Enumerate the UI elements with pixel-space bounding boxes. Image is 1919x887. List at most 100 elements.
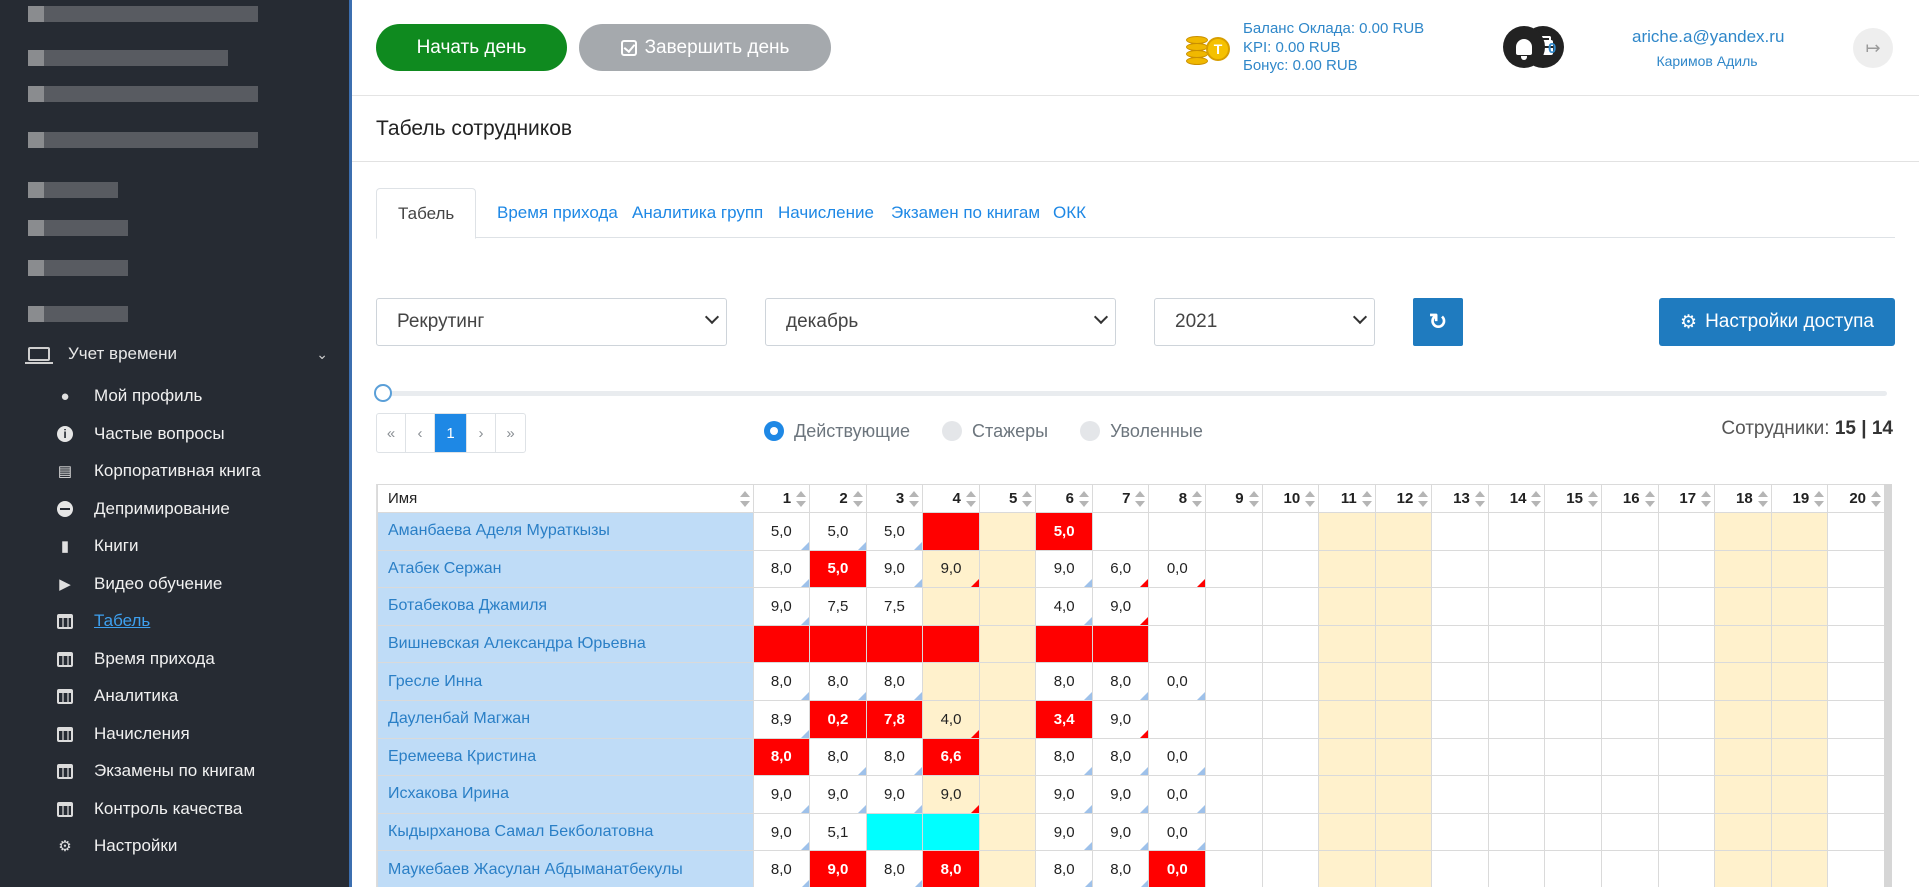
timesheet-cell[interactable] xyxy=(1374,775,1433,814)
timesheet-cell[interactable] xyxy=(1657,587,1716,626)
sidebar-item-deprivation[interactable]: Депримирование xyxy=(56,495,336,523)
timesheet-cell[interactable] xyxy=(1770,624,1829,664)
timesheet-cell[interactable]: 9,0 xyxy=(865,549,924,589)
timesheet-cell[interactable] xyxy=(1657,850,1716,887)
timesheet-cell[interactable] xyxy=(1261,624,1320,664)
timesheet-cell[interactable] xyxy=(1487,587,1546,626)
timesheet-cell[interactable] xyxy=(1657,812,1716,852)
timesheet-cell[interactable] xyxy=(1714,549,1772,589)
last-page-button[interactable]: » xyxy=(496,414,525,452)
timesheet-cell[interactable] xyxy=(1827,512,1884,551)
timesheet-cell[interactable] xyxy=(1431,662,1489,701)
timesheet-cell[interactable]: 6,0 xyxy=(1091,549,1150,589)
timesheet-cell[interactable] xyxy=(1770,737,1829,777)
timesheet-cell[interactable] xyxy=(1544,662,1602,701)
timesheet-cell[interactable] xyxy=(1431,549,1489,589)
employee-name-link[interactable]: Дауленбай Магжан xyxy=(377,699,754,739)
sidebar-item-profile[interactable]: ● Мой профиль xyxy=(56,382,336,410)
column-header-day[interactable]: 18 xyxy=(1714,484,1772,513)
timesheet-cell[interactable] xyxy=(1091,624,1150,664)
timesheet-cell[interactable] xyxy=(1431,737,1489,777)
timesheet-cell[interactable]: 8,0 xyxy=(752,850,811,887)
employee-name-link[interactable]: Маукебаев Жасулан Абдыманатбекулы xyxy=(377,850,754,887)
employee-name-link[interactable]: Гресле Инна xyxy=(377,662,754,701)
timesheet-cell[interactable]: 0,2 xyxy=(809,699,867,739)
start-day-button[interactable]: Начать день xyxy=(376,24,567,71)
timesheet-cell[interactable] xyxy=(1487,699,1546,739)
column-header-day[interactable]: 14 xyxy=(1487,484,1546,513)
column-header-day[interactable]: 12 xyxy=(1374,484,1433,513)
column-header-day[interactable]: 11 xyxy=(1318,484,1376,513)
timesheet-cell[interactable] xyxy=(1827,624,1884,664)
sidebar-item-corporate-book[interactable]: ▤ Корпоративная книга xyxy=(56,457,336,485)
timesheet-cell[interactable] xyxy=(1714,812,1772,852)
next-page-button[interactable]: › xyxy=(467,414,496,452)
year-select[interactable]: 2021 xyxy=(1154,298,1375,346)
employee-name-link[interactable]: Вишневская Александра Юрьевна xyxy=(377,624,754,664)
employee-name-link[interactable]: Ботабекова Джамиля xyxy=(377,587,754,626)
time-tracking-section[interactable]: Учет времени ⌄ xyxy=(25,341,328,367)
timesheet-cell[interactable]: 8,0 xyxy=(752,737,811,777)
timesheet-cell[interactable] xyxy=(978,662,1037,701)
timesheet-cell[interactable] xyxy=(1600,812,1659,852)
timesheet-cell[interactable] xyxy=(1374,512,1433,551)
timesheet-cell[interactable] xyxy=(1544,775,1602,814)
timesheet-cell[interactable]: 8,0 xyxy=(1091,737,1150,777)
column-header-day[interactable]: 17 xyxy=(1657,484,1716,513)
timesheet-cell[interactable] xyxy=(1714,699,1772,739)
timesheet-cell[interactable] xyxy=(922,587,980,626)
timesheet-cell[interactable] xyxy=(1091,512,1150,551)
timesheet-cell[interactable] xyxy=(1714,850,1772,887)
timesheet-cell[interactable] xyxy=(1318,812,1376,852)
sidebar-item-book-exams[interactable]: Экзамены по книгам xyxy=(56,757,336,785)
timesheet-cell[interactable]: 8,0 xyxy=(752,662,811,701)
slider-handle[interactable] xyxy=(374,384,392,402)
timesheet-cell[interactable]: 8,0 xyxy=(865,850,924,887)
timesheet-cell[interactable] xyxy=(1318,662,1376,701)
timesheet-cell[interactable] xyxy=(1205,662,1263,701)
timesheet-cell[interactable] xyxy=(1487,549,1546,589)
timesheet-cell[interactable]: 9,0 xyxy=(752,775,811,814)
timesheet-cell[interactable] xyxy=(1600,662,1659,701)
timesheet-cell[interactable] xyxy=(1487,624,1546,664)
radio-dismissed[interactable]: Уволенные xyxy=(1080,421,1203,442)
timesheet-cell[interactable] xyxy=(1770,699,1829,739)
timesheet-cell[interactable]: 6,6 xyxy=(922,737,980,777)
employee-name-link[interactable]: Атабек Сержан xyxy=(377,549,754,589)
timesheet-cell[interactable]: 8,0 xyxy=(1035,737,1093,777)
timesheet-cell[interactable] xyxy=(1374,549,1433,589)
timesheet-cell[interactable]: 8,0 xyxy=(865,737,924,777)
timesheet-cell[interactable] xyxy=(1487,775,1546,814)
timesheet-cell[interactable] xyxy=(1827,699,1884,739)
timesheet-cell[interactable] xyxy=(978,775,1037,814)
timesheet-cell[interactable] xyxy=(1600,624,1659,664)
employee-name-link[interactable]: Еремеева Кристина xyxy=(377,737,754,777)
timesheet-cell[interactable]: 9,0 xyxy=(1091,812,1150,852)
timesheet-cell[interactable] xyxy=(1544,512,1602,551)
timesheet-cell[interactable] xyxy=(1205,587,1263,626)
timesheet-cell[interactable] xyxy=(1318,587,1376,626)
timesheet-cell[interactable]: 8,0 xyxy=(809,737,867,777)
timesheet-cell[interactable] xyxy=(1714,662,1772,701)
timesheet-cell[interactable] xyxy=(922,624,980,664)
column-header-name[interactable]: Имя xyxy=(377,484,754,513)
column-header-day[interactable]: 10 xyxy=(1261,484,1320,513)
timesheet-cell[interactable] xyxy=(1318,549,1376,589)
sidebar-item-analytics[interactable]: Аналитика xyxy=(56,682,336,710)
radio-interns[interactable]: Стажеры xyxy=(942,421,1048,442)
timesheet-cell[interactable] xyxy=(1261,512,1320,551)
timesheet-cell[interactable] xyxy=(1714,737,1772,777)
timesheet-cell[interactable] xyxy=(1600,699,1659,739)
timesheet-cell[interactable] xyxy=(1770,512,1829,551)
timesheet-cell[interactable] xyxy=(978,812,1037,852)
timesheet-cell[interactable]: 9,0 xyxy=(1035,549,1093,589)
timesheet-cell[interactable]: 9,0 xyxy=(922,549,980,589)
timesheet-cell[interactable] xyxy=(1431,699,1489,739)
timesheet-cell[interactable]: 8,0 xyxy=(1091,662,1150,701)
timesheet-cell[interactable] xyxy=(1657,775,1716,814)
timesheet-cell[interactable] xyxy=(1318,699,1376,739)
timesheet-cell[interactable]: 0,0 xyxy=(1148,775,1207,814)
timesheet-cell[interactable] xyxy=(1487,812,1546,852)
vertical-scrollbar[interactable] xyxy=(1884,484,1892,887)
timesheet-cell[interactable] xyxy=(1657,512,1716,551)
